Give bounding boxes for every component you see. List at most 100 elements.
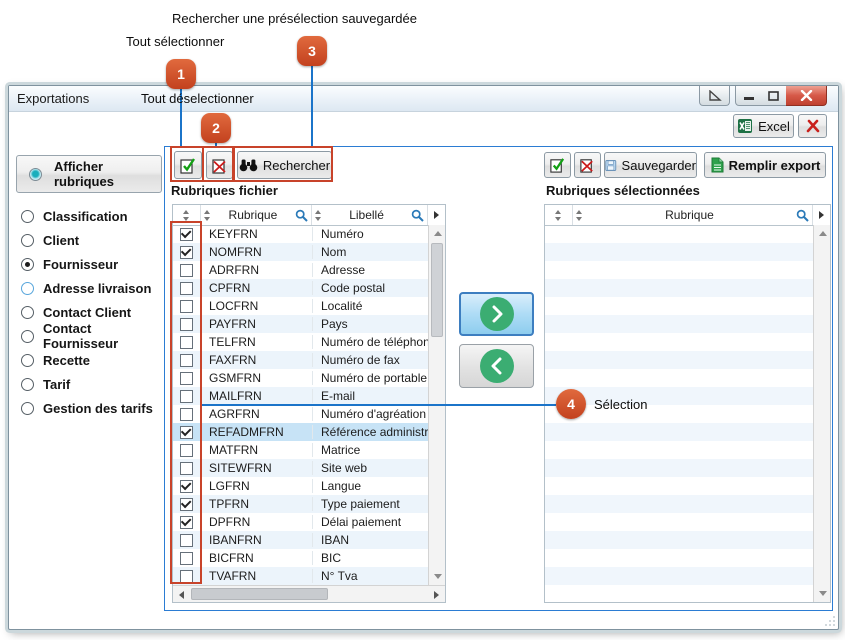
table-row[interactable]: LOCFRNLocalité bbox=[173, 297, 430, 315]
rubrique-label: Numéro bbox=[313, 227, 430, 241]
sidebar-option-tarif[interactable]: Tarif bbox=[21, 372, 166, 396]
callout4-label: Sélection bbox=[594, 397, 647, 412]
exportations-window: Exportations bbox=[8, 85, 839, 630]
search-column-icon[interactable] bbox=[295, 209, 308, 222]
table-row[interactable]: TVAFRNN° Tva bbox=[173, 567, 430, 585]
empty-row bbox=[545, 477, 815, 495]
green-document-icon bbox=[710, 157, 724, 173]
header-arrow-icon bbox=[819, 211, 824, 219]
move-right-button[interactable] bbox=[459, 292, 534, 336]
rubrique-label: Type paiement bbox=[313, 497, 430, 511]
table-row[interactable]: NOMFRNNom bbox=[173, 243, 430, 261]
rubrique-label: Numéro de portable bbox=[313, 371, 430, 385]
empty-row bbox=[545, 441, 815, 459]
table-row[interactable]: DPFRNDélai paiement bbox=[173, 513, 430, 531]
select-all-selected-button[interactable] bbox=[544, 152, 571, 178]
rubrique-code: FAXFRN bbox=[201, 353, 313, 367]
close-button[interactable] bbox=[786, 86, 827, 106]
table-row[interactable]: CPFRNCode postal bbox=[173, 279, 430, 297]
scroll-up-icon[interactable] bbox=[814, 225, 831, 242]
rubrique-label: Pays bbox=[313, 317, 430, 331]
excel-icon bbox=[737, 118, 753, 134]
rubrique-label: E-mail bbox=[313, 389, 430, 403]
scroll-down-icon[interactable] bbox=[429, 568, 446, 585]
left-hscroll-thumb[interactable] bbox=[191, 588, 328, 600]
sort-icon bbox=[183, 210, 190, 221]
sidebar-option-client[interactable]: Client bbox=[21, 228, 166, 252]
sidebar-option-fournisseur[interactable]: Fournisseur bbox=[21, 252, 166, 276]
sort-icon bbox=[555, 210, 562, 221]
header-options-button[interactable] bbox=[813, 205, 830, 225]
scroll-down-icon[interactable] bbox=[814, 585, 831, 602]
table-row[interactable]: IBANFRNIBAN bbox=[173, 531, 430, 549]
left-vscroll-thumb[interactable] bbox=[431, 243, 443, 337]
libelle-column-header[interactable]: Libellé bbox=[312, 205, 428, 225]
callout4-badge: 4 bbox=[556, 389, 586, 419]
callout3-label: Rechercher une présélection sauvegardée bbox=[172, 11, 417, 26]
highlight-rechercher bbox=[233, 146, 333, 182]
radio-icon bbox=[21, 234, 34, 247]
cancel-button[interactable] bbox=[798, 114, 827, 138]
sidebar-option-adresse-livraison[interactable]: Adresse livraison bbox=[21, 276, 166, 300]
sidebar-option-classification[interactable]: Classification bbox=[21, 204, 166, 228]
radio-icon bbox=[21, 354, 34, 367]
afficher-rubriques-button[interactable]: Afficher rubriques bbox=[16, 155, 162, 193]
sidebar-option-gestion-des-tarifs[interactable]: Gestion des tarifs bbox=[21, 396, 166, 420]
checkbox-column-header[interactable] bbox=[545, 205, 573, 225]
rubrique-label: Site web bbox=[313, 461, 430, 475]
sidebar-option-contact-fournisseur[interactable]: Contact Fournisseur bbox=[21, 324, 166, 348]
table-row[interactable]: LGFRNLangue bbox=[173, 477, 430, 495]
table-row[interactable]: PAYFRNPays bbox=[173, 315, 430, 333]
header-arrow-icon bbox=[434, 211, 439, 219]
left-table-header: Rubrique Libellé bbox=[173, 205, 445, 226]
table-row[interactable]: REFADMFRNRéférence administrat bbox=[173, 423, 430, 441]
rubrique-column-header[interactable]: Rubrique bbox=[201, 205, 312, 225]
table-row[interactable]: MAILFRNE-mail bbox=[173, 387, 430, 405]
right-vertical-scrollbar[interactable] bbox=[813, 225, 830, 602]
scroll-up-icon[interactable] bbox=[429, 225, 446, 242]
excel-export-button[interactable]: Excel bbox=[733, 114, 794, 138]
search-column-icon[interactable] bbox=[411, 209, 424, 222]
sidebar-option-recette[interactable]: Recette bbox=[21, 348, 166, 372]
sidebar-option-label: Contact Fournisseur bbox=[43, 321, 166, 351]
header-options-button[interactable] bbox=[428, 205, 445, 225]
move-left-button[interactable] bbox=[459, 344, 534, 388]
rubrique-label: Délai paiement bbox=[313, 515, 430, 529]
callout3-badge: 3 bbox=[297, 36, 327, 66]
scroll-right-icon[interactable] bbox=[428, 586, 445, 603]
rubrique-label: BIC bbox=[313, 551, 430, 565]
green-circle bbox=[480, 349, 514, 383]
table-row[interactable]: MATFRNMatrice bbox=[173, 441, 430, 459]
sort-icon bbox=[576, 210, 583, 221]
table-row[interactable]: AGRFRNNuméro d'agréation bbox=[173, 405, 430, 423]
sort-icon bbox=[204, 210, 211, 221]
maximize-button[interactable] bbox=[761, 86, 787, 106]
rubrique-code: PAYFRN bbox=[201, 317, 313, 331]
afficher-rubriques-label: Afficher rubriques bbox=[54, 159, 161, 189]
resize-grip-icon[interactable] bbox=[824, 615, 836, 627]
search-column-icon[interactable] bbox=[796, 209, 809, 222]
scroll-left-icon[interactable] bbox=[173, 586, 190, 603]
left-horizontal-scrollbar[interactable] bbox=[173, 585, 445, 602]
diagonal-resize-button[interactable] bbox=[699, 86, 730, 106]
save-floppy-icon bbox=[605, 158, 617, 173]
remplir-export-button[interactable]: Remplir export bbox=[704, 152, 826, 178]
table-row[interactable]: FAXFRNNuméro de fax bbox=[173, 351, 430, 369]
table-row[interactable]: TPFRNType paiement bbox=[173, 495, 430, 513]
empty-row bbox=[545, 423, 815, 441]
rubrique-column-header[interactable]: Rubrique bbox=[573, 205, 813, 225]
table-row[interactable]: ADRFRNAdresse bbox=[173, 261, 430, 279]
right-table-body bbox=[545, 225, 815, 603]
table-row[interactable]: BICFRNBIC bbox=[173, 549, 430, 567]
minimize-button[interactable] bbox=[735, 86, 762, 106]
table-row[interactable]: SITEWFRNSite web bbox=[173, 459, 430, 477]
sauvegarder-button[interactable]: Sauvegarder bbox=[604, 152, 697, 178]
radio-icon bbox=[21, 282, 34, 295]
rubrique-label: N° Tva bbox=[313, 569, 430, 583]
table-row[interactable]: GSMFRNNuméro de portable bbox=[173, 369, 430, 387]
radio-icon bbox=[21, 330, 34, 343]
table-row[interactable]: KEYFRNNuméro bbox=[173, 225, 430, 243]
diagonal-arrow-icon bbox=[708, 90, 722, 102]
table-row[interactable]: TELFRNNuméro de téléphone bbox=[173, 333, 430, 351]
deselect-all-selected-button[interactable] bbox=[574, 152, 601, 178]
